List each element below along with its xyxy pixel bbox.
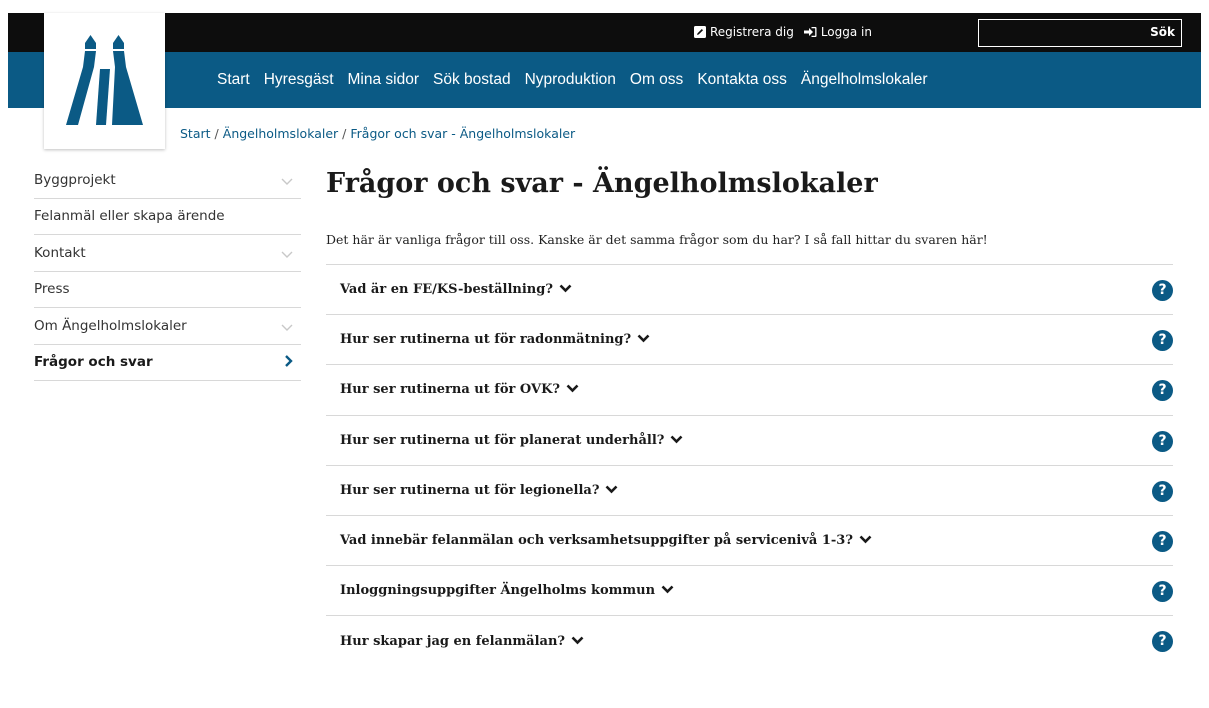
sidebar-item-label: Byggprojekt	[34, 171, 116, 188]
question-circle-icon: ?	[1152, 480, 1173, 502]
breadcrumb: Start / Ängelholmslokaler / Frågor och svar …	[180, 126, 575, 141]
sidebar-item-label: Press	[34, 281, 70, 298]
breadcrumb-separator: /	[342, 126, 347, 141]
faq-question-text: Hur ser rutinerna ut för legionella?	[340, 482, 600, 498]
sidebar-item-fragor-och-svar[interactable]: Frågor och svar	[34, 345, 301, 381]
faq-question-text: Hur ser rutinerna ut för OVK?	[340, 382, 561, 398]
caret-down-icon	[571, 634, 584, 649]
faq-list: Vad är en FE/KS-beställning? ? Hur ser r…	[326, 264, 1173, 667]
account-links: Registrera dig Logga in	[694, 25, 872, 39]
chevron-down-icon[interactable]	[281, 174, 293, 190]
sidebar-item-label: Om Ängelholmslokaler	[34, 317, 187, 334]
question-circle-icon: ?	[1152, 430, 1173, 452]
faq-question: Vad innebär felanmälan och verksamhetsup…	[340, 533, 872, 548]
caret-down-icon	[637, 332, 650, 347]
breadcrumb-angelholmslokaler[interactable]: Ängelholmslokaler	[223, 126, 338, 141]
main-nav-items: Start Hyresgäst Mina sidor Sök bostad Ny…	[217, 52, 942, 108]
sidebar-item-byggprojekt[interactable]: Byggprojekt	[34, 162, 301, 199]
sidebar-item-om-angelholmslokaler[interactable]: Om Ängelholmslokaler	[34, 308, 301, 345]
sign-in-icon	[803, 26, 817, 38]
caret-down-icon	[559, 282, 572, 297]
register-link[interactable]: Registrera dig	[694, 25, 794, 39]
faq-item[interactable]: Hur ser rutinerna ut för planerat underh…	[326, 416, 1173, 466]
faq-question: Hur ser rutinerna ut för legionella?	[340, 483, 618, 498]
caret-down-icon	[670, 433, 683, 448]
nav-item-hyresgast[interactable]: Hyresgäst	[264, 71, 334, 89]
faq-item[interactable]: Inloggningsuppgifter Ängelholms kommun ?	[326, 566, 1173, 617]
faq-question: Hur ser rutinerna ut för OVK?	[340, 382, 579, 397]
faq-question: Hur skapar jag en felanmälan?	[340, 634, 584, 649]
nav-item-nyproduktion[interactable]: Nyproduktion	[525, 71, 616, 89]
nav-item-mina-sidor[interactable]: Mina sidor	[348, 71, 420, 89]
caret-down-icon	[859, 533, 872, 548]
login-label: Logga in	[820, 25, 872, 39]
faq-question: Hur ser rutinerna ut för planerat underh…	[340, 433, 683, 448]
question-circle-icon: ?	[1152, 380, 1173, 402]
sidebar-item-press[interactable]: Press	[34, 272, 301, 308]
nav-item-start[interactable]: Start	[217, 71, 250, 89]
intro-text: Det här är vanliga frågor till oss. Kans…	[326, 232, 988, 247]
faq-item[interactable]: Hur ser rutinerna ut för OVK? ?	[326, 365, 1173, 416]
search-box: Sök	[978, 19, 1182, 47]
site-logo[interactable]	[44, 13, 165, 149]
caret-down-icon	[605, 483, 618, 498]
page-title: Frågor och svar - Ängelholmslokaler	[326, 168, 878, 199]
question-circle-icon: ?	[1152, 631, 1173, 653]
faq-item[interactable]: Hur skapar jag en felanmälan? ?	[326, 616, 1173, 666]
question-circle-icon: ?	[1152, 280, 1173, 301]
faq-question-text: Hur ser rutinerna ut för radonmätning?	[340, 332, 632, 348]
faq-item[interactable]: Hur ser rutinerna ut för radonmätning? ?	[326, 315, 1173, 366]
top-bar: Registrera dig Logga in Sök	[8, 13, 1201, 52]
faq-question-text: Vad innebär felanmälan och verksamhetsup…	[340, 533, 853, 549]
search-input[interactable]	[981, 22, 1131, 44]
faq-item[interactable]: Vad är en FE/KS-beställning? ?	[326, 265, 1173, 316]
breadcrumb-separator: /	[214, 126, 219, 141]
nav-item-sok-bostad[interactable]: Sök bostad	[433, 71, 511, 89]
nav-item-om-oss[interactable]: Om oss	[630, 71, 683, 89]
chevron-right-icon[interactable]	[284, 354, 293, 371]
nav-item-kontakta-oss[interactable]: Kontakta oss	[697, 71, 787, 89]
logo-mark-icon	[66, 35, 143, 125]
sidebar-item-label: Kontakt	[34, 244, 86, 261]
chevron-down-icon[interactable]	[281, 247, 293, 263]
chevron-down-icon[interactable]	[281, 320, 293, 336]
main-nav: Start Hyresgäst Mina sidor Sök bostad Ny…	[8, 52, 1201, 108]
sidebar-item-kontakt[interactable]: Kontakt	[34, 235, 301, 272]
caret-down-icon	[661, 583, 674, 598]
search-button[interactable]: Sök	[1150, 25, 1175, 39]
faq-question-text: Vad är en FE/KS-beställning?	[340, 282, 553, 298]
faq-item[interactable]: Hur ser rutinerna ut för legionella? ?	[326, 466, 1173, 516]
faq-question: Inloggningsuppgifter Ängelholms kommun	[340, 583, 674, 598]
question-circle-icon: ?	[1152, 581, 1173, 603]
question-circle-icon: ?	[1152, 330, 1173, 352]
nav-item-angelholmslokaler[interactable]: Ängelholmslokaler	[801, 71, 928, 89]
login-link[interactable]: Logga in	[803, 25, 872, 39]
faq-question: Vad är en FE/KS-beställning?	[340, 282, 572, 297]
faq-question-text: Hur ser rutinerna ut för planerat underh…	[340, 432, 665, 448]
faq-question: Hur ser rutinerna ut för radonmätning?	[340, 332, 650, 347]
register-label: Registrera dig	[710, 25, 794, 39]
breadcrumb-start[interactable]: Start	[180, 126, 211, 141]
sidebar-item-label: Felanmäl eller skapa ärende	[34, 208, 225, 225]
faq-question-text: Inloggningsuppgifter Ängelholms kommun	[340, 583, 656, 599]
question-circle-icon: ?	[1152, 530, 1173, 552]
sidebar-item-label: Frågor och svar	[34, 354, 153, 371]
breadcrumb-current[interactable]: Frågor och svar - Ängelholmslokaler	[350, 126, 575, 141]
sidebar: Byggprojekt Felanmäl eller skapa ärende …	[34, 162, 301, 381]
caret-down-icon	[566, 382, 579, 397]
faq-item[interactable]: Vad innebär felanmälan och verksamhetsup…	[326, 516, 1173, 567]
faq-question-text: Hur skapar jag en felanmälan?	[340, 633, 566, 649]
edit-icon	[694, 26, 706, 38]
sidebar-item-felanmal[interactable]: Felanmäl eller skapa ärende	[34, 199, 301, 235]
